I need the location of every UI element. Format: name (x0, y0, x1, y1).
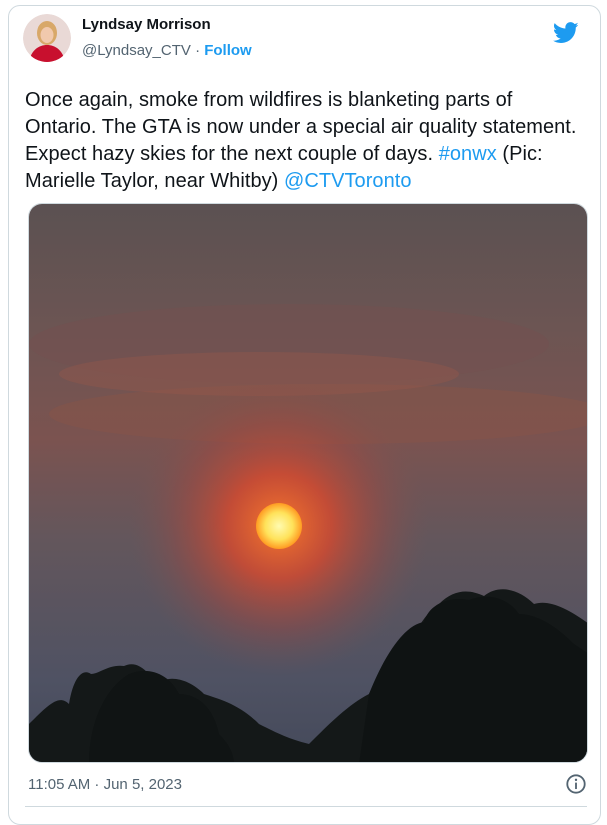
info-icon[interactable] (565, 773, 587, 795)
avatar-photo (23, 14, 71, 62)
author-handle[interactable]: @Lyndsay_CTV (82, 42, 191, 59)
mention-link[interactable]: @CTVToronto (284, 170, 412, 192)
separator-dot: · (195, 42, 201, 59)
tweet-text: Once again, smoke from wildfires is blan… (25, 87, 585, 195)
twitter-bird-icon[interactable] (553, 22, 579, 44)
follow-button[interactable]: Follow (204, 42, 252, 59)
hazy-sunset-photo (29, 204, 587, 762)
footer-divider (25, 806, 587, 807)
avatar[interactable] (23, 14, 71, 62)
tweet-timestamp[interactable]: 11:05 AM · Jun 5, 2023 (28, 776, 182, 793)
author-meta: @Lyndsay_CTV · Follow (82, 42, 252, 59)
author-name[interactable]: Lyndsay Morrison (82, 16, 211, 33)
tweet-photo[interactable] (28, 203, 588, 763)
hashtag-link[interactable]: #onwx (439, 143, 497, 165)
